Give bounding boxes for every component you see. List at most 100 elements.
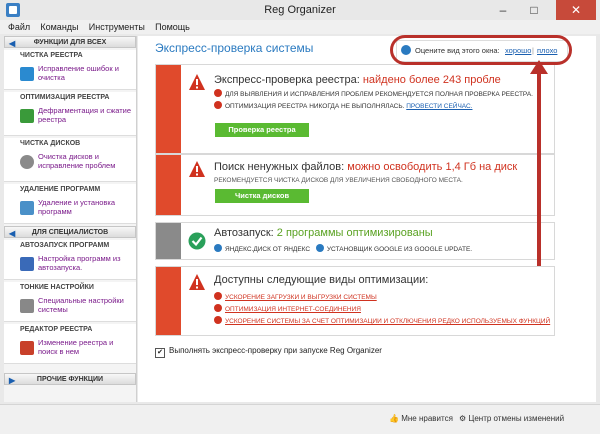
optimization-link-boot[interactable]: УСКОРЕНИЕ ЗАГРУЗКИ И ВЫГРУЗКИ СИСТЕМЫ xyxy=(225,294,377,301)
annotation-arrow-head xyxy=(530,60,548,74)
warning-icon xyxy=(189,161,205,177)
autorun-card: Автозапуск: 2 программы оптимизированы Я… xyxy=(155,222,555,260)
like-button[interactable]: 👍 Мне нравится xyxy=(389,414,453,423)
collapse-arrow-icon: ◀ xyxy=(9,229,16,238)
main-panel: Экспресс-проверка системы Оцените вид эт… xyxy=(138,35,596,402)
app-window: Reg Organizer – □ ✕ Файл Команды Инструм… xyxy=(0,0,600,434)
expand-arrow-icon: ▶ xyxy=(9,376,16,385)
status-strip xyxy=(156,267,181,335)
registry-check-button[interactable]: Проверка реестра xyxy=(215,123,309,137)
card-line: ДЛЯ ВЫЯВЛЕНИЯ И ИСПРАВЛЕНИЯ ПРОБЛЕМ РЕКО… xyxy=(214,89,533,98)
disk-clean-button[interactable]: Чистка дисков xyxy=(215,189,309,203)
alert-icon xyxy=(214,89,222,97)
maximize-button[interactable]: □ xyxy=(520,0,548,20)
card-line: УСКОРЕНИЕ ЗАГРУЗКИ И ВЫГРУЗКИ СИСТЕМЫ xyxy=(214,292,377,301)
alert-icon xyxy=(214,292,222,300)
sidebar-item-title: ОПТИМИЗАЦИЯ РЕЕСТРА xyxy=(20,94,110,101)
disk-clean-icon xyxy=(20,155,34,169)
section-header-all[interactable]: ◀ ФУНКЦИИ ДЛЯ ВСЕХ xyxy=(4,36,136,48)
sidebar-item-registry-editor[interactable]: РЕДАКТОР РЕЕСТРА Изменение реестра и пои… xyxy=(4,324,136,364)
card-line: ОПТИМИЗАЦИЯ ИНТЕРНЕТ-СОЕДИНЕНИЯ xyxy=(214,304,361,313)
optimization-link-features[interactable]: УСКОРЕНИЕ СИСТЕМЫ ЗА СЧЕТ ОПТИМИЗАЦИИ И … xyxy=(225,318,550,325)
express-check-checkbox[interactable]: ✔ xyxy=(155,348,165,358)
optimization-card: Доступны следующие виды оптимизации: УСК… xyxy=(155,266,555,336)
menu-file[interactable]: Файл xyxy=(8,20,30,34)
status-strip xyxy=(156,65,181,153)
close-button[interactable]: ✕ xyxy=(556,0,596,20)
card-title-text: Автозапуск: xyxy=(214,227,274,239)
undo-center-button[interactable]: ⚙ Центр отмены изменений xyxy=(459,414,564,423)
like-label: Мне нравится xyxy=(401,414,453,423)
warning-icon xyxy=(189,74,205,90)
card-highlight: можно освободить 1,4 Гб на диск xyxy=(347,161,518,173)
card-line: ЯНДЕКС.ДИСК ОТ ЯНДЕКС УСТАНОВЩИК GOOGLE … xyxy=(214,244,472,253)
status-strip xyxy=(156,223,181,259)
sidebar-item-desc: Изменение реестра и поиск в нем xyxy=(38,338,114,356)
alert-icon xyxy=(214,101,222,109)
card-line-text: ОПТИМИЗАЦИЯ РЕЕСТРА НИКОГДА НЕ ВЫПОЛНЯЛА… xyxy=(225,103,405,110)
card-title: Экспресс-проверка реестра: найдено более… xyxy=(214,74,501,86)
alert-icon xyxy=(214,304,222,312)
warning-icon xyxy=(189,274,205,290)
card-line: УСКОРЕНИЕ СИСТЕМЫ ЗА СЧЕТ ОПТИМИЗАЦИИ И … xyxy=(214,316,550,325)
card-line: ОПТИМИЗАЦИЯ РЕЕСТРА НИКОГДА НЕ ВЫПОЛНЯЛА… xyxy=(214,101,472,110)
sidebar-item-title: АВТОЗАПУСК ПРОГРАММ xyxy=(20,242,110,249)
sidebar-item-uninstall[interactable]: УДАЛЕНИЕ ПРОГРАММ Удаление и установка п… xyxy=(4,184,136,224)
section-title: ФУНКЦИИ ДЛЯ ВСЕХ xyxy=(33,39,107,46)
card-title-text: Экспресс-проверка реестра: xyxy=(214,74,360,86)
collapse-arrow-icon: ◀ xyxy=(9,39,16,48)
card-title-text: Поиск ненужных файлов: xyxy=(214,161,345,173)
minimize-button[interactable]: – xyxy=(489,0,517,20)
checkmark-icon xyxy=(188,232,206,250)
sidebar-item-disk-clean[interactable]: ЧИСТКА ДИСКОВ Очистка дисков и исправлен… xyxy=(4,138,136,182)
card-highlight: 2 программы оптимизированы xyxy=(276,227,433,239)
sidebar-item-desc: Специальные настройки системы xyxy=(38,296,124,314)
menu-bar: Файл Команды Инструменты Помощь xyxy=(0,20,600,34)
card-line-text: ЯНДЕКС.ДИСК ОТ ЯНДЕКС xyxy=(225,246,311,253)
sidebar-item-desc: Настройка программ из автозапуска. xyxy=(38,254,121,272)
sidebar-item-desc: Удаление и установка программ xyxy=(38,198,115,216)
sidebar-item-desc: Исправление ошибок и очистка xyxy=(38,64,119,82)
card-line-text: УСТАНОВЩИК GOOGLE ИЗ GOOGLE UPDATE. xyxy=(326,246,473,253)
title-bar: Reg Organizer – □ ✕ xyxy=(0,0,600,20)
status-bar: 👍 Мне нравится ⚙ Центр отмены изменений xyxy=(0,404,600,434)
menu-help[interactable]: Помощь xyxy=(155,20,190,34)
gear-icon xyxy=(315,244,324,252)
sidebar-item-registry-clean[interactable]: ЧИСТКА РЕЕСТРА Исправление ошибок и очис… xyxy=(4,50,136,90)
sidebar-item-title: ЧИСТКА РЕЕСТРА xyxy=(20,52,83,59)
alert-icon xyxy=(214,316,222,324)
section-title: ПРОЧИЕ ФУНКЦИИ xyxy=(36,376,104,383)
menu-tools[interactable]: Инструменты xyxy=(89,20,145,34)
sidebar-item-desc: Дефрагментация и сжатие реестра xyxy=(38,106,132,124)
annotation-arrow xyxy=(537,71,541,266)
card-subtitle: РЕКОМЕНДУЕТСЯ ЧИСТКА ДИСКОВ ДЛЯ УВЕЛИЧЕН… xyxy=(214,177,463,184)
section-header-other[interactable]: ▶ ПРОЧИЕ ФУНКЦИИ xyxy=(4,373,136,385)
section-header-specialists[interactable]: ◀ ДЛЯ СПЕЦИАЛИСТОВ xyxy=(4,226,136,238)
registry-clean-icon xyxy=(20,67,34,81)
card-title: Поиск ненужных файлов: можно освободить … xyxy=(214,161,517,173)
thumbs-up-icon: 👍 xyxy=(389,414,399,423)
sidebar-item-tweaks[interactable]: ТОНКИЕ НАСТРОЙКИ Специальные настройки с… xyxy=(4,282,136,322)
tweaks-icon xyxy=(20,299,34,313)
sidebar-item-desc: Очистка дисков и исправление проблем xyxy=(38,152,116,170)
junk-files-card: Поиск ненужных файлов: можно освободить … xyxy=(155,154,555,216)
card-title: Доступны следующие виды оптимизации: xyxy=(214,274,429,286)
registry-editor-icon xyxy=(20,341,34,355)
sidebar-item-title: РЕДАКТОР РЕЕСТРА xyxy=(20,326,93,333)
sidebar-item-autorun[interactable]: АВТОЗАПУСК ПРОГРАММ Настройка программ и… xyxy=(4,240,136,280)
optimization-link-internet[interactable]: ОПТИМИЗАЦИЯ ИНТЕРНЕТ-СОЕДИНЕНИЯ xyxy=(225,306,361,313)
sidebar-item-title: ТОНКИЕ НАСТРОЙКИ xyxy=(20,284,94,291)
sidebar: ◀ ФУНКЦИИ ДЛЯ ВСЕХ ЧИСТКА РЕЕСТРА Исправ… xyxy=(4,36,137,402)
registry-check-card: Экспресс-проверка реестра: найдено более… xyxy=(155,64,555,154)
express-check-option[interactable]: ✔ Выполнять экспресс-проверку при запуске… xyxy=(155,346,382,358)
gear-icon xyxy=(214,244,222,252)
card-line-text: ДЛЯ ВЫЯВЛЕНИЯ И ИСПРАВЛЕНИЯ ПРОБЛЕМ РЕКО… xyxy=(225,91,533,98)
sidebar-item-registry-optimize[interactable]: ОПТИМИЗАЦИЯ РЕЕСТРА Дефрагментация и сжа… xyxy=(4,92,136,136)
registry-optimize-icon xyxy=(20,109,34,123)
optimize-now-link[interactable]: ПРОВЕСТИ СЕЙЧАС. xyxy=(406,103,472,110)
card-title: Автозапуск: 2 программы оптимизированы xyxy=(214,227,433,239)
sidebar-item-title: УДАЛЕНИЕ ПРОГРАММ xyxy=(20,186,101,193)
card-highlight: найдено более 243 пробле xyxy=(362,74,501,86)
checkbox-label: Выполнять экспресс-проверку при запуске … xyxy=(169,346,382,355)
menu-commands[interactable]: Команды xyxy=(40,20,78,34)
